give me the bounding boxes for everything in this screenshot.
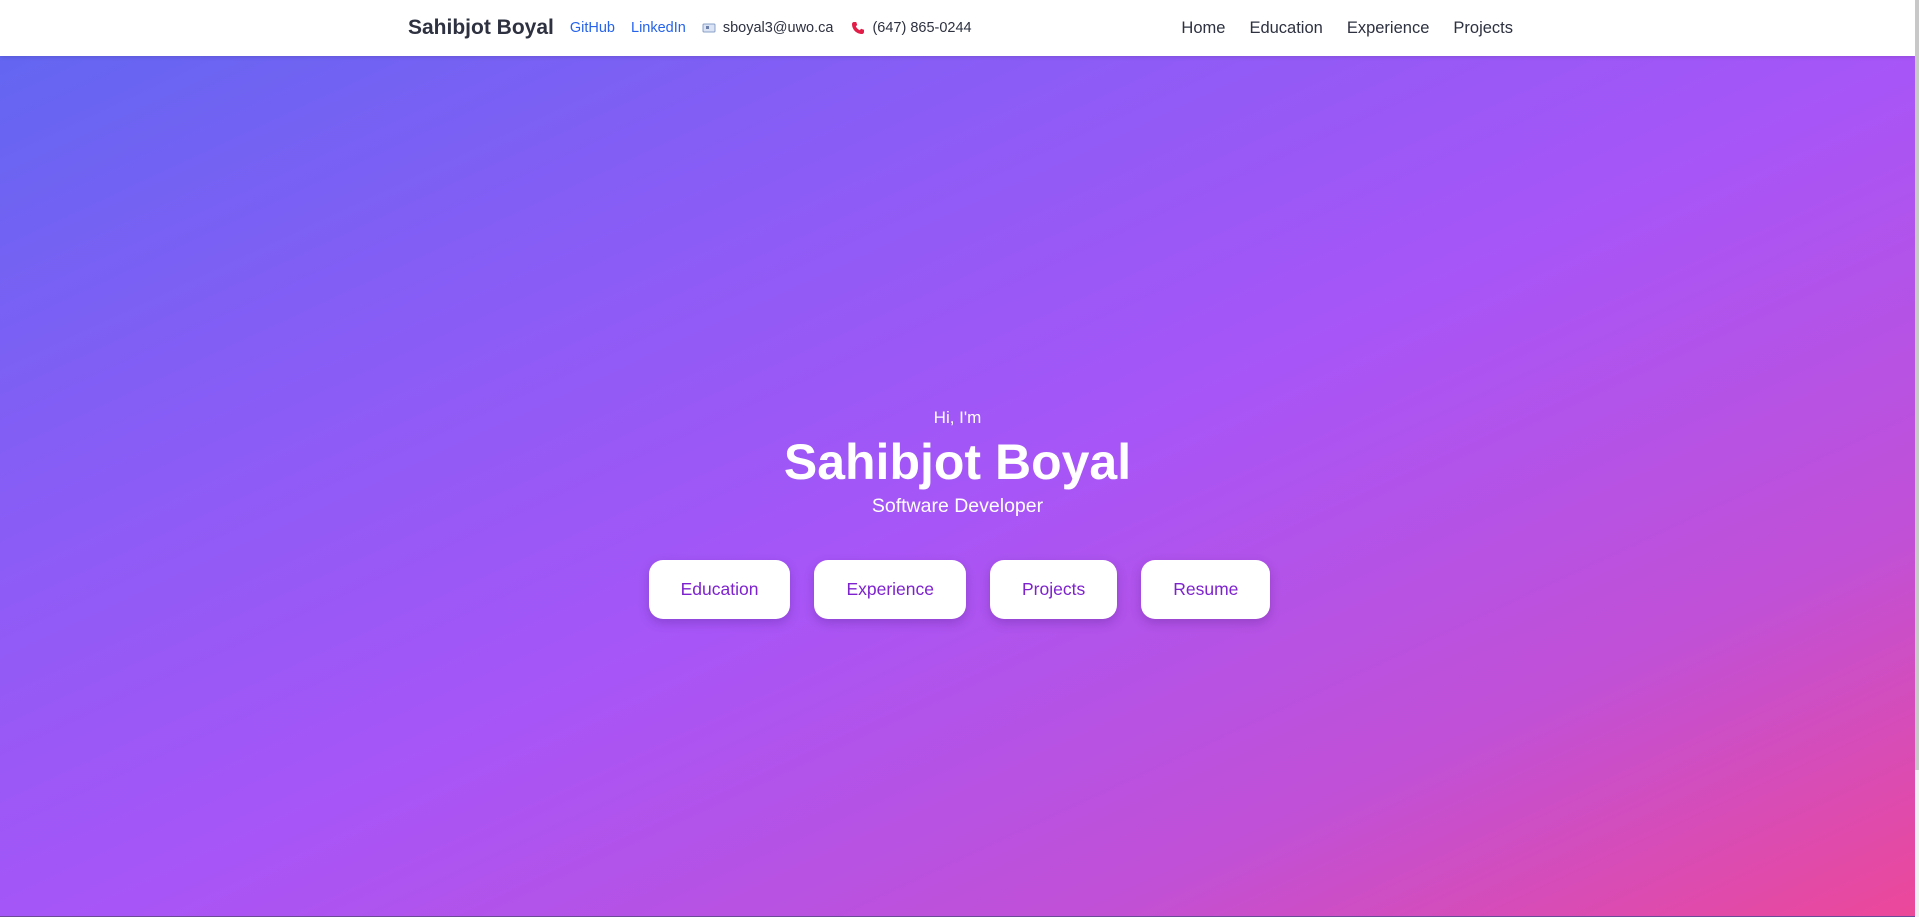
phone-text: (647) 865-0244 bbox=[872, 20, 972, 36]
brand-name[interactable]: Sahibjot Boyal bbox=[408, 16, 554, 40]
page: Sahibjot Boyal GitHub LinkedIn sboyal3@u… bbox=[0, 0, 1919, 917]
projects-button[interactable]: Projects bbox=[990, 560, 1118, 619]
email-contact[interactable]: sboyal3@uwo.ca bbox=[702, 20, 834, 36]
navbar-inner: Sahibjot Boyal GitHub LinkedIn sboyal3@u… bbox=[408, 0, 1513, 56]
nav-projects[interactable]: Projects bbox=[1453, 19, 1513, 38]
hero-greeting: Hi, I'm bbox=[933, 408, 982, 427]
education-button[interactable]: Education bbox=[648, 560, 791, 619]
scrollbar-thumb[interactable] bbox=[1915, 0, 1919, 770]
phone-contact[interactable]: (647) 865-0244 bbox=[851, 20, 972, 36]
hero-content: Hi, I'm Sahibjot Boyal Software Develope… bbox=[0, 408, 1915, 619]
hero-buttons: Education Experience Projects Resume bbox=[4, 560, 1915, 619]
navbar-left: Sahibjot Boyal GitHub LinkedIn sboyal3@u… bbox=[408, 16, 990, 40]
resume-button[interactable]: Resume bbox=[1141, 560, 1271, 619]
navbar: Sahibjot Boyal GitHub LinkedIn sboyal3@u… bbox=[0, 0, 1915, 56]
page-scrollbar[interactable] bbox=[1915, 0, 1919, 917]
hero-role: Software Developer bbox=[871, 495, 1044, 517]
linkedin-link[interactable]: LinkedIn bbox=[631, 20, 686, 36]
email-icon bbox=[702, 21, 716, 35]
phone-icon bbox=[851, 21, 865, 35]
hero-section: Hi, I'm Sahibjot Boyal Software Develope… bbox=[0, 56, 1915, 917]
nav-home[interactable]: Home bbox=[1181, 19, 1225, 38]
email-text: sboyal3@uwo.ca bbox=[722, 20, 834, 36]
hero-name: Sahibjot Boyal bbox=[783, 434, 1132, 490]
nav-experience[interactable]: Experience bbox=[1347, 19, 1430, 38]
experience-button[interactable]: Experience bbox=[814, 560, 966, 619]
github-link[interactable]: GitHub bbox=[570, 20, 615, 36]
nav-education[interactable]: Education bbox=[1249, 19, 1322, 38]
navbar-menu: Home Education Experience Projects bbox=[1157, 19, 1513, 38]
